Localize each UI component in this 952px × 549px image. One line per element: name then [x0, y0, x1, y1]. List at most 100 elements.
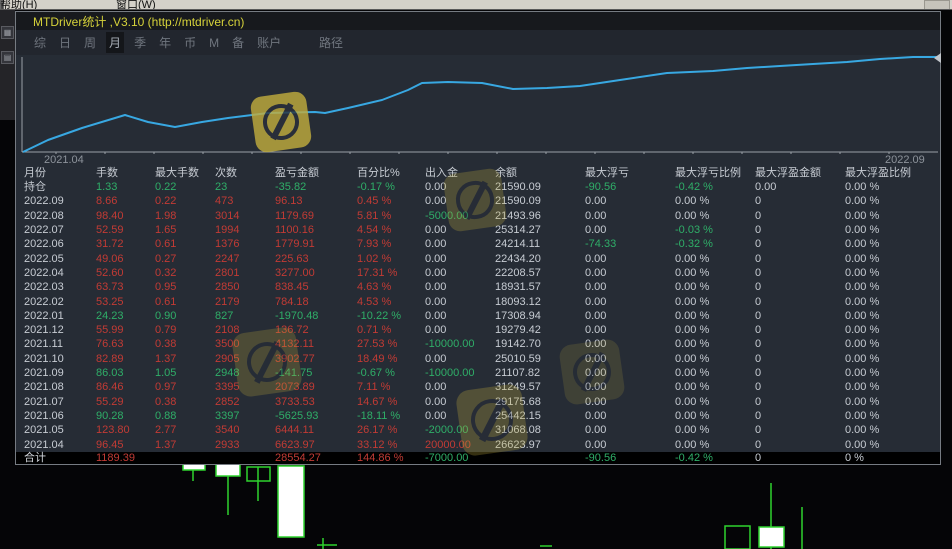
table-row[interactable]: 2022.08 98.40 1.98 3014 1179.69 5.81 % -5000.0… — [16, 209, 940, 223]
value-cell: 0.00 — [425, 352, 447, 365]
value-cell: 0.00 % — [845, 281, 880, 294]
tab-币[interactable]: 币 — [184, 34, 196, 51]
value-cell: 0.00 % — [675, 395, 710, 408]
value-cell: 1.33 — [96, 181, 118, 193]
value-cell: 0 — [755, 238, 762, 251]
value-cell: 5.81 % — [357, 209, 392, 222]
value-cell: 22208.57 — [495, 266, 541, 279]
table-row[interactable]: 2021.09 86.03 1.05 2948 -141.75 -0.67 % -10000… — [16, 366, 940, 380]
value-cell: -90.56 — [585, 181, 617, 193]
table-row[interactable]: 2022.06 31.72 0.61 1376 1779.91 7.93 % 0.00 242… — [16, 237, 940, 251]
tab-周[interactable]: 周 — [84, 34, 96, 51]
value-cell: 0.61 — [155, 295, 177, 308]
value-cell: 96.13 — [275, 195, 303, 208]
table-row[interactable]: 2022.05 49.06 0.27 2247 225.63 1.02 % 0.00 2243… — [16, 252, 940, 266]
stats-window-titlebar[interactable]: MTDriver统计 ,V3.10 (http://mtdriver.cn) — [16, 12, 940, 30]
table-row[interactable]: 2022.09 8.66 0.22 473 96.13 0.45 % 0.00 21590.0… — [16, 194, 940, 208]
value-cell: -74.33 — [585, 238, 617, 251]
value-cell: 0.00 — [425, 252, 447, 265]
table-row[interactable]: 2021.08 86.46 0.97 3395 2073.89 7.11 % 0.00 312… — [16, 380, 940, 394]
value-cell: 0 — [755, 367, 762, 380]
tab-综[interactable]: 综 — [34, 34, 46, 51]
table-row[interactable]: 2022.04 52.60 0.32 2801 3277.00 17.31 % 0.00 22… — [16, 266, 940, 280]
mtdriver-stats-window: MTDriver统计 ,V3.10 (http://mtdriver.cn) 综… — [15, 11, 941, 465]
month-cell: 合计 — [24, 451, 46, 464]
tab-月[interactable]: 月 — [106, 32, 125, 53]
os-menu-bar: 窗口(W) 帮助(H) — [0, 0, 952, 10]
table-row[interactable]: 2021.07 55.29 0.38 2852 3733.53 14.67 % 0.00 29… — [16, 395, 940, 409]
path-button[interactable]: 路径 — [319, 34, 343, 51]
value-cell: 1100.16 — [275, 223, 314, 236]
table-row[interactable]: 2021.11 76.63 0.38 3500 4132.11 27.53 % -10000… — [16, 337, 940, 351]
value-cell: 0.45 % — [357, 195, 392, 208]
tab-年[interactable]: 年 — [159, 34, 171, 51]
value-cell: 0.00 % — [845, 223, 880, 236]
table-row[interactable]: 2021.05 123.80 2.77 3540 6444.11 26.17 % -2000… — [16, 423, 940, 437]
table-row[interactable]: 2021.04 96.45 1.37 2933 6623.97 33.12 % 20000.… — [16, 438, 940, 452]
value-cell: -5000.00 — [425, 209, 469, 222]
value-cell: -1970.48 — [275, 309, 319, 322]
value-cell: 3277.00 — [275, 266, 315, 279]
column-header: 百分比% — [357, 167, 400, 179]
candlestick — [724, 525, 751, 549]
table-row[interactable]: 2022.01 24.23 0.90 827 -1970.48 -10.22 % 0.00 1… — [16, 309, 940, 323]
value-cell: 2905 — [215, 352, 240, 365]
value-cell: 86.03 — [96, 367, 124, 380]
menu-item-help[interactable]: 帮助(H) — [0, 0, 37, 9]
value-cell: 0.00 — [585, 352, 607, 365]
value-cell: 0.00 — [585, 223, 607, 236]
value-cell: 86.46 — [96, 381, 124, 394]
value-cell: 0.79 — [155, 324, 177, 337]
value-cell: -0.03 % — [675, 223, 713, 236]
value-cell: 0.00 — [425, 223, 447, 236]
tab-季[interactable]: 季 — [134, 34, 146, 51]
value-cell: 0.00 % — [845, 395, 880, 408]
value-cell: 0.00 % — [845, 266, 880, 279]
value-cell: 0.00 % — [845, 338, 880, 351]
value-cell: 0.00 % — [675, 281, 710, 294]
menu-item-window[interactable]: 窗口(W) — [116, 0, 156, 9]
tab-备[interactable]: 备 — [232, 34, 244, 51]
value-cell: 21107.82 — [495, 367, 541, 380]
table-row[interactable]: 2021.10 82.89 1.37 2905 3902.77 18.49 % 0.00 25… — [16, 352, 940, 366]
value-cell: 2850 — [215, 281, 240, 294]
value-cell: 0 — [755, 395, 762, 408]
value-cell: 0 — [755, 195, 762, 208]
value-cell: 18093.12 — [495, 295, 541, 308]
table-row[interactable]: 2022.02 53.25 0.61 2179 784.18 4.53 % 0.00 1809… — [16, 295, 940, 309]
table-total-row[interactable]: 合计 1189.39 28554.27 144.86 % -7000.00 -90.56 -… — [16, 451, 940, 464]
value-cell: 3014 — [215, 209, 240, 222]
column-header: 盈亏金额 — [275, 167, 319, 179]
left-toolbar-button-2[interactable]: ▤ — [1, 51, 14, 64]
value-cell: 0.00 — [425, 266, 447, 279]
table-row[interactable]: 2021.12 55.99 0.79 2108 136.72 0.71 % 0.00 1927… — [16, 323, 940, 337]
tab-账户[interactable]: 账户 — [257, 34, 281, 51]
month-cell: 2021.06 — [24, 410, 64, 422]
value-cell: 14.67 % — [357, 395, 398, 408]
tab-M[interactable]: M — [209, 36, 219, 50]
value-cell: 33.12 % — [357, 438, 398, 451]
value-cell: 24214.11 — [495, 238, 541, 251]
value-cell: 0.00 % — [675, 309, 710, 322]
left-tool-strip: ▦ ▤ — [0, 10, 15, 120]
table-row[interactable]: 2021.06 90.28 0.88 3397 -5625.93 -18.11 % 0.00… — [16, 409, 940, 423]
table-row[interactable]: 持仓 1.33 0.22 23 -35.82 -0.17 % 0.00 21590.09 -90… — [16, 180, 940, 194]
tab-日[interactable]: 日 — [59, 34, 71, 51]
value-cell: 0.00 — [585, 324, 607, 337]
month-cell: 2022.02 — [24, 295, 64, 308]
value-cell: 1.02 % — [357, 252, 392, 265]
value-cell: 0.00 — [425, 295, 447, 308]
value-cell — [155, 452, 215, 464]
value-cell: 4.63 % — [357, 281, 392, 294]
value-cell: 2247 — [215, 252, 240, 265]
column-header: 次数 — [215, 167, 237, 179]
table-row[interactable]: 2022.03 63.73 0.95 2850 838.45 4.63 % 0.00 1893… — [16, 280, 940, 294]
table-row[interactable]: 2022.07 52.59 1.65 1994 1100.16 4.54 % 0.00 253… — [16, 223, 940, 237]
value-cell: 1.98 — [155, 209, 177, 222]
value-cell: 0 — [755, 266, 762, 279]
window-controls-area[interactable] — [924, 0, 950, 9]
column-header: 最大手数 — [155, 167, 199, 179]
value-cell: 63.73 — [96, 281, 124, 294]
left-toolbar-button-1[interactable]: ▦ — [1, 26, 14, 39]
splitter-handle-icon[interactable] — [934, 53, 941, 63]
